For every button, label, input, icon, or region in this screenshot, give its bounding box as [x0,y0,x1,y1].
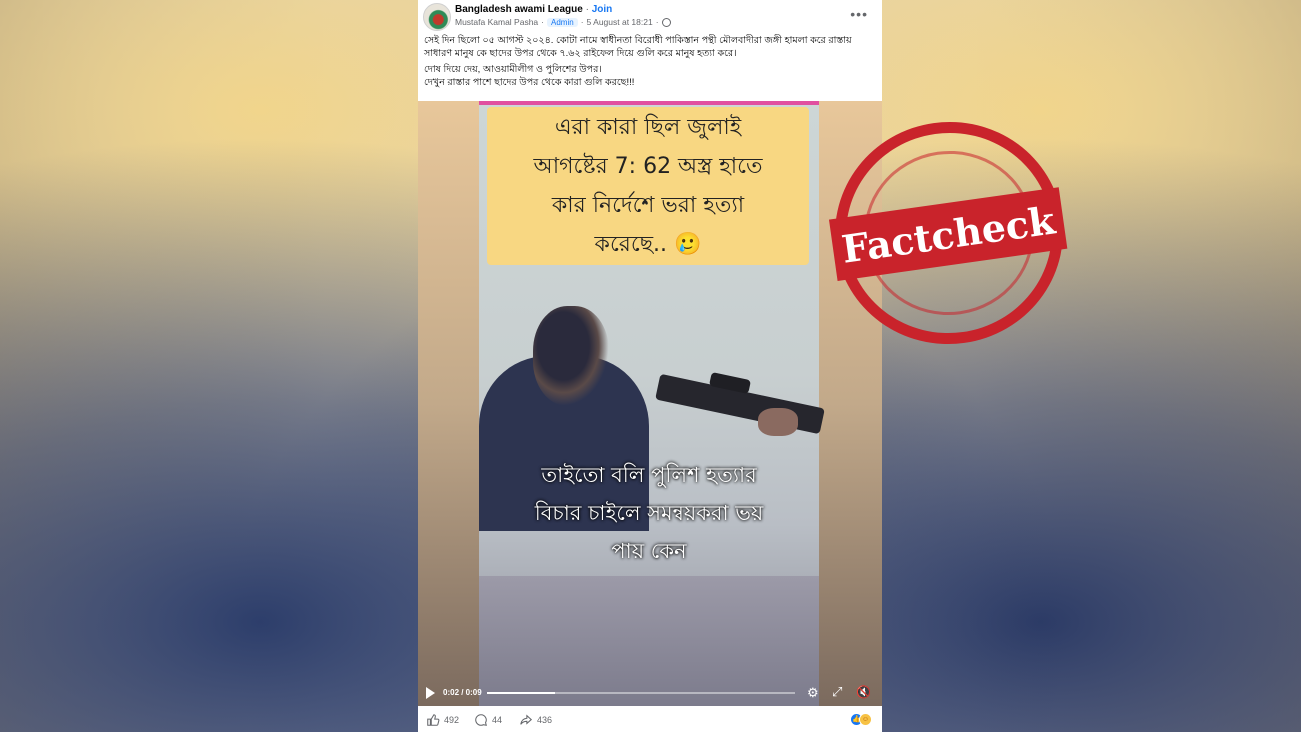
admin-badge: Admin [547,17,578,27]
overlay-line: এরা কারা ছিল জুলাই [554,115,742,140]
comment-button[interactable]: 44 [474,713,502,727]
post-timestamp[interactable]: 5 August at 18:21 [587,17,653,27]
caption-line: সেই দিন ছিলো ০৫ আগস্ট ২০২৪. কোটা নামে স্… [424,35,852,59]
play-icon[interactable] [426,687,435,699]
mute-icon[interactable]: 🔇 [856,685,871,699]
post-footer: 492 44 436 👍 ☺ [418,706,882,732]
fullscreen-icon[interactable]: ⤢ [832,684,842,700]
like-count: 492 [444,715,460,725]
page-name[interactable]: Bangladesh awami League [455,4,583,15]
subtitle-line: পায় কেন [611,539,687,563]
separator-dot: · [541,17,544,27]
overlay-line: করেছে.. 🥲 [594,232,702,257]
video-player[interactable]: এরা কারা ছিল জুলাই আগষ্টের 7: 62 অস্ত্র … [418,101,882,706]
share-button[interactable]: 436 [519,713,552,727]
author-name[interactable]: Mustafa Kamal Pasha [455,17,538,27]
caption-line: দোষ দিয়ে দেয়, আওয়ামীলীগ ও পুলিশের উপর… [424,64,602,75]
separator-dot: · [580,17,584,27]
globe-icon [661,17,671,27]
settings-gear-icon[interactable]: ⚙ [807,685,819,701]
subtitle-line: তাইতো বলি পুলিশ হত্যার [541,463,757,487]
overlay-line: কার নির্দেশে ভরা হত্যা [551,193,745,218]
post-meta: Mustafa Kamal Pasha · Admin · 5 August a… [455,17,671,27]
like-icon [427,714,440,726]
comment-count: 44 [492,715,503,725]
video-person-head [533,306,609,406]
separator-dot: · [655,17,659,27]
post-header: Bangladesh awami League · Join Mustafa K… [418,0,882,32]
facebook-post-card: Bangladesh awami League · Join Mustafa K… [418,0,882,732]
join-link[interactable]: Join [592,4,613,15]
video-top-strip [479,101,819,105]
video-progress-fill [487,692,555,694]
comment-icon [475,714,487,726]
page-avatar[interactable] [423,3,451,31]
like-button[interactable]: 492 [426,713,459,727]
share-icon [520,714,533,725]
video-text-overlay: এরা কারা ছিল জুলাই আগষ্টের 7: 62 অস্ত্র … [487,107,809,265]
post-caption: সেই দিন ছিলো ০৫ আগস্ট ২০২৪. কোটা নামে স্… [418,32,882,89]
video-controls: 0:02 / 0:09 ⚙ ⤢ 🔇 [418,681,882,705]
share-count: 436 [537,715,553,725]
page-name-row: Bangladesh awami League · Join [455,4,612,15]
separator-dot: · [585,4,589,15]
video-subtitle: তাইতো বলি পুলিশ হত্যার বিচার চাইলে সমন্ব… [479,456,819,570]
video-time: 0:02 / 0:09 [443,688,482,697]
video-hand [758,408,798,436]
more-options-icon[interactable]: ••• [850,6,868,22]
subtitle-line: বিচার চাইলে সমন্বয়করা ভয় [534,501,764,525]
reaction-icons[interactable]: 👍 ☺ [850,713,872,726]
overlay-line: আগষ্টের 7: 62 অস্ত্র হাতে [533,154,763,179]
caption-line: দেখুন রাস্তার পাশে ছাদের উপর থেকে কারা গ… [424,76,635,88]
video-progress-bar[interactable] [487,692,795,694]
care-reaction-icon: ☺ [859,713,872,726]
